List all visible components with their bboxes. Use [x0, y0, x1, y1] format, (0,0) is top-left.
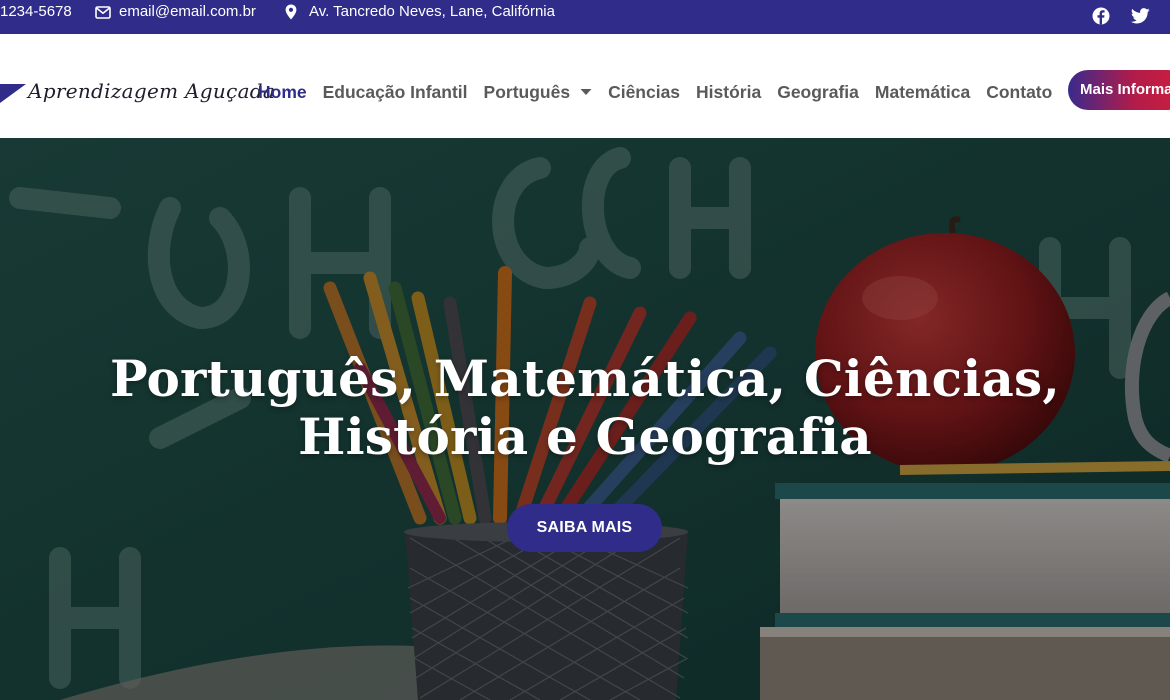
nav-item-contato[interactable]: Contato	[986, 82, 1052, 103]
nav-item-geografia[interactable]: Geografia	[777, 82, 859, 103]
nav-item-matematica[interactable]: Matemática	[875, 82, 970, 103]
main-navigation: Home Educação Infantil Português Ciência…	[258, 80, 1068, 104]
logo-text: Aprendizagem Aguçada	[28, 79, 276, 103]
address-text: Av. Tancredo Neves, Lane, Califórnia	[309, 3, 555, 20]
nav-item-label: Educação Infantil	[322, 81, 468, 102]
hero-banner: Português, Matemática, Ciências, Históri…	[0, 138, 1170, 700]
nav-item-home[interactable]: Home	[258, 82, 307, 103]
address-contact[interactable]: Av. Tancredo Neves, Lane, Califórnia	[285, 2, 555, 22]
nav-item-educacao-infantil[interactable]: Educação Infantil	[323, 82, 468, 103]
nav-item-historia[interactable]: História	[696, 82, 761, 103]
facebook-link[interactable]	[1091, 6, 1111, 26]
chevron-down-icon	[580, 89, 592, 95]
more-info-button[interactable]: Mais Informações	[1068, 70, 1170, 110]
twitter-link[interactable]	[1130, 6, 1150, 26]
nav-item-label: Ciências	[608, 81, 681, 102]
site-header: Aprendizagem Aguçada Home Educação Infan…	[0, 34, 1170, 138]
nav-item-label: Matemática	[874, 81, 971, 102]
nav-item-label: Português	[483, 81, 571, 102]
nav-item-portugues[interactable]: Português	[484, 82, 593, 103]
top-contact-bar: 1234-5678 email@email.com.br Av. Tancred…	[0, 0, 1170, 34]
logo-mark	[0, 84, 26, 103]
site-logo[interactable]: Aprendizagem Aguçada	[0, 74, 275, 108]
email-contact[interactable]: email@email.com.br	[95, 2, 256, 22]
email-text: email@email.com.br	[119, 3, 256, 20]
nav-item-label: Home	[258, 81, 307, 102]
learn-more-button[interactable]: SAIBA MAIS	[507, 504, 662, 552]
nav-item-label: História	[696, 81, 762, 102]
envelope-icon	[95, 5, 111, 19]
phone-number[interactable]: 1234-5678	[0, 2, 72, 22]
hero-title-line-2: História e Geografia	[298, 407, 872, 466]
nav-item-ciencias[interactable]: Ciências	[608, 82, 680, 103]
map-pin-icon	[285, 4, 297, 20]
nav-item-label: Contato	[986, 81, 1053, 102]
nav-item-label: Geografia	[777, 81, 859, 102]
hero-title-line-1: Português, Matemática, Ciências,	[110, 349, 1060, 408]
twitter-icon	[1130, 8, 1150, 24]
facebook-icon	[1092, 7, 1110, 25]
hero-title: Português, Matemática, Ciências, Históri…	[85, 350, 1085, 466]
phone-text: 1234-5678	[0, 3, 72, 20]
